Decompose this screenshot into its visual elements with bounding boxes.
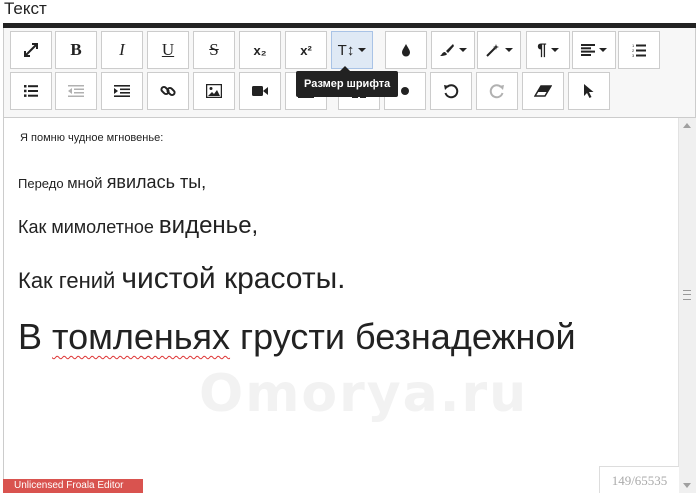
poem-line-4-part-a: Как гений	[18, 268, 122, 293]
poem-line-4-part-b: чистой красоты.	[121, 262, 346, 295]
chevron-down-icon	[599, 48, 607, 52]
link-icon	[160, 83, 176, 99]
poem-line-2: Передо мной явилась ты,	[18, 172, 206, 193]
poem-line-2-part-c: явилась	[106, 172, 180, 192]
italic-button[interactable]: I	[101, 31, 143, 69]
poem-line-1: Я помню чудное мгновенье:	[20, 132, 164, 144]
character-counter: 149/65535	[599, 466, 679, 493]
underline-button[interactable]: U	[147, 31, 189, 69]
indent-icon	[114, 85, 130, 97]
video-button[interactable]	[239, 72, 281, 110]
image-icon	[206, 84, 222, 98]
align-icon	[581, 44, 595, 56]
font-size-tooltip: Размер шрифта	[296, 66, 399, 97]
italic-icon: I	[119, 40, 125, 59]
poem-line-3-part-b: виденье,	[158, 212, 259, 239]
color-button[interactable]	[385, 31, 427, 69]
paragraph-icon: ¶	[537, 40, 547, 59]
chevron-down-icon	[550, 48, 559, 52]
align-button[interactable]	[572, 31, 616, 69]
unordered-list-icon	[24, 85, 38, 97]
select-all-button[interactable]	[568, 72, 610, 110]
poem-line-2-part-d: ты,	[179, 172, 207, 192]
ordered-list-icon: 123	[632, 43, 646, 57]
pointer-icon	[583, 83, 595, 99]
superscript-button[interactable]: x²	[285, 31, 327, 69]
fullscreen-icon	[23, 42, 39, 58]
magic-button[interactable]	[477, 31, 521, 69]
outdent-icon	[68, 85, 84, 97]
color-icon	[400, 43, 412, 57]
redo-icon	[489, 83, 505, 99]
poem-line-5-part-a: В	[18, 316, 53, 357]
paint-brush-button[interactable]	[431, 31, 475, 69]
vertical-scrollbar[interactable]	[678, 118, 696, 493]
strikethrough-button[interactable]: S	[193, 31, 235, 69]
subscript-button[interactable]: x₂	[239, 31, 281, 69]
image-button[interactable]	[193, 72, 235, 110]
video-icon	[252, 85, 268, 97]
bold-button[interactable]: B	[55, 31, 97, 69]
poem-line-5-part-c: грусти безнадежной	[230, 316, 576, 357]
poem-line-2-part-b: мной	[67, 175, 107, 192]
chevron-down-icon	[505, 48, 513, 52]
superscript-icon: x²	[300, 42, 312, 58]
scroll-grip-icon[interactable]	[683, 290, 691, 300]
editor-content-area[interactable]: Omorya.ru Я помню чудное мгновенье: Пере…	[3, 118, 696, 493]
unordered-list-button[interactable]	[10, 72, 52, 110]
bold-icon: B	[70, 40, 82, 59]
strikethrough-icon: S	[209, 40, 219, 59]
subscript-icon: x₂	[253, 42, 267, 58]
font-size-icon: T↕	[337, 41, 355, 59]
dot-icon	[400, 86, 410, 96]
font-size-button[interactable]: T↕	[331, 31, 373, 69]
chevron-down-icon	[459, 48, 467, 52]
poem-line-4: Как гений чистой красоты.	[18, 262, 345, 296]
undo-icon	[443, 83, 459, 99]
indent-button[interactable]	[101, 72, 143, 110]
chevron-down-icon	[358, 48, 367, 52]
scroll-down-icon[interactable]	[683, 483, 691, 488]
poem-line-2-part-a: Передо	[18, 176, 68, 191]
eraser-icon	[534, 85, 552, 97]
poem-line-5-part-b: томленьях	[52, 316, 231, 357]
magic-icon	[485, 43, 501, 57]
undo-button[interactable]	[430, 72, 472, 110]
svg-text:3: 3	[632, 53, 635, 57]
outdent-button[interactable]	[55, 72, 97, 110]
fullscreen-button[interactable]	[10, 31, 52, 69]
link-button[interactable]	[147, 72, 189, 110]
poem-line-5: В томленьях грусти безнадежной	[18, 316, 576, 358]
poem-line-3-part-a: Как мимолетное	[18, 217, 159, 237]
redo-button[interactable]	[476, 72, 518, 110]
ordered-list-button[interactable]: 123	[618, 31, 660, 69]
watermark: Omorya.ru	[199, 364, 529, 424]
field-label: Текст	[4, 0, 47, 18]
paragraph-format-button[interactable]: ¶	[526, 31, 570, 69]
license-badge[interactable]: Unlicensed Froala Editor	[3, 479, 143, 493]
paint-brush-icon	[439, 43, 455, 57]
scroll-up-icon[interactable]	[683, 123, 691, 128]
clear-formatting-button[interactable]	[522, 72, 564, 110]
poem-line-3: Как мимолетное виденье,	[18, 212, 258, 240]
underline-icon: U	[161, 40, 175, 59]
